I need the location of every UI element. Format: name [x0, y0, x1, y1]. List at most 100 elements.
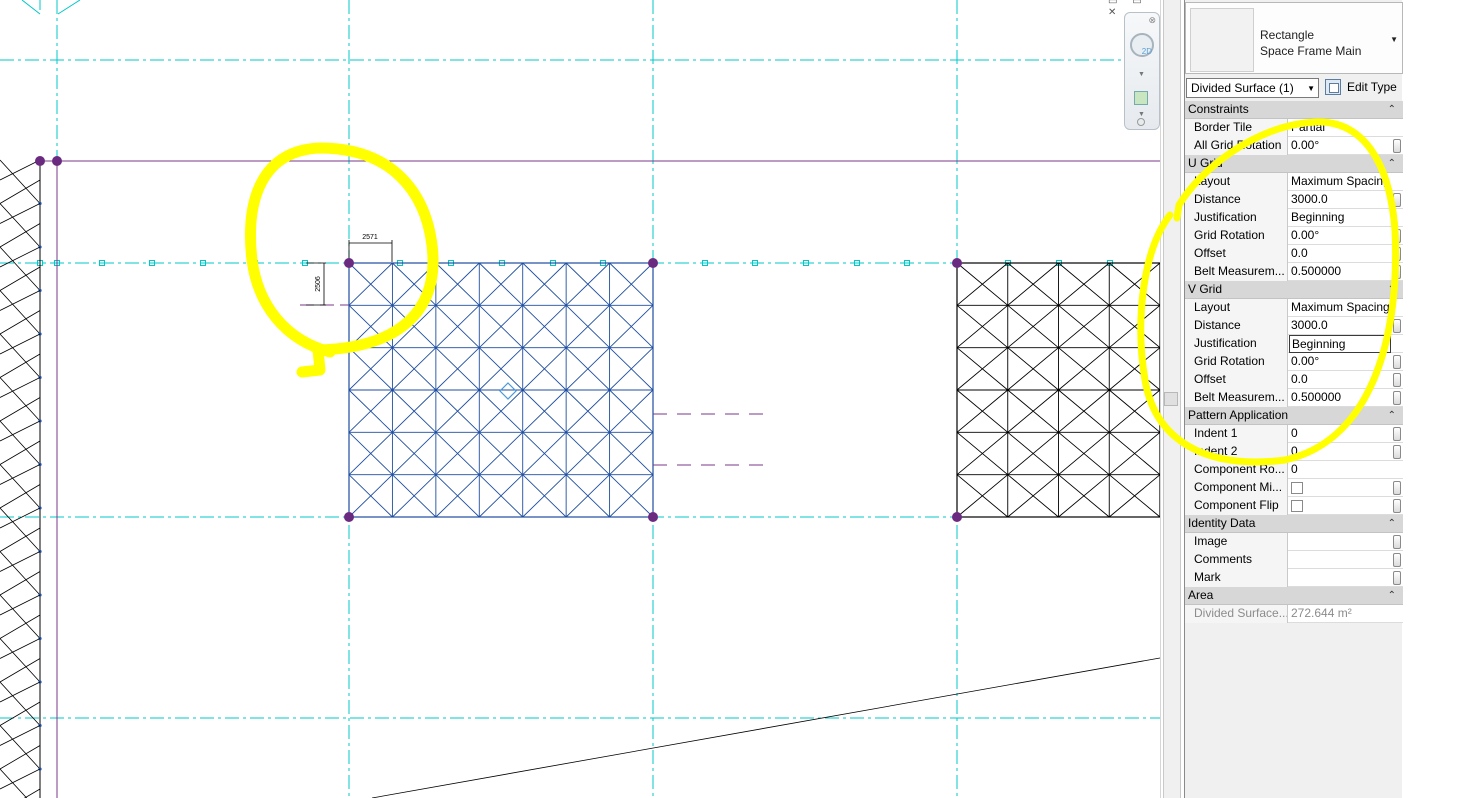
drawing-canvas[interactable]: 2571 2506 ▭ ▭ ✕ ⊗ 2D ▼ ▼: [0, 0, 1160, 798]
property-label: Component Ro...: [1185, 461, 1288, 479]
property-value[interactable]: 0: [1289, 461, 1391, 479]
associate-parameter-button[interactable]: [1393, 427, 1401, 441]
property-value[interactable]: Maximum Spacing: [1289, 173, 1391, 191]
property-value[interactable]: [1289, 569, 1391, 587]
property-value[interactable]: [1289, 479, 1391, 497]
property-row[interactable]: Comments: [1185, 551, 1403, 569]
collapse-icon[interactable]: ⌃: [1388, 587, 1396, 604]
property-row[interactable]: All Grid Rotation 0.00°: [1185, 137, 1403, 155]
options-icon[interactable]: [1137, 118, 1145, 126]
associate-parameter-button[interactable]: [1393, 265, 1401, 279]
property-row[interactable]: Grid Rotation 0.00°: [1185, 353, 1403, 371]
property-value[interactable]: 0.00°: [1289, 353, 1391, 371]
property-row[interactable]: Layout Maximum Spacing: [1185, 299, 1403, 317]
associate-parameter-button[interactable]: [1393, 139, 1401, 153]
chevron-down-icon[interactable]: ▼: [1390, 35, 1398, 44]
group-header-constraints[interactable]: Constraints ⌃: [1185, 101, 1403, 119]
type-selector[interactable]: Rectangle Space Frame Main ▼: [1185, 2, 1403, 74]
associate-parameter-button[interactable]: [1393, 499, 1401, 513]
chevron-down-icon[interactable]: ▼: [1307, 84, 1315, 93]
associate-parameter-button[interactable]: [1393, 355, 1401, 369]
property-value[interactable]: 0.00°: [1289, 227, 1391, 245]
instance-filter-dropdown[interactable]: Divided Surface (1) ▼: [1186, 78, 1319, 98]
zoom-icon[interactable]: [1134, 91, 1148, 105]
property-value[interactable]: Partial: [1289, 119, 1391, 137]
associate-parameter-button[interactable]: [1393, 373, 1401, 387]
associate-parameter-button[interactable]: [1393, 247, 1401, 261]
steering-wheel-icon[interactable]: 2D: [1130, 33, 1154, 57]
property-value[interactable]: 0.0: [1289, 245, 1391, 263]
property-row[interactable]: Divided Surface... 272.644 m²: [1185, 605, 1403, 623]
property-row[interactable]: Component Mi...: [1185, 479, 1403, 497]
property-row[interactable]: Distance 3000.0: [1185, 317, 1403, 335]
group-header-area[interactable]: Area ⌃: [1185, 587, 1403, 605]
property-row[interactable]: Offset 0.0: [1185, 245, 1403, 263]
property-row[interactable]: Grid Rotation 0.00°: [1185, 227, 1403, 245]
group-header-v-grid[interactable]: V Grid ⌃: [1185, 281, 1403, 299]
property-row[interactable]: Justification Beginning: [1185, 335, 1403, 353]
selected-divided-surface[interactable]: [348, 262, 654, 518]
group-header-identity-data[interactable]: Identity Data ⌃: [1185, 515, 1403, 533]
property-row[interactable]: Justification Beginning: [1185, 209, 1403, 227]
property-value[interactable]: 0.500000: [1289, 389, 1391, 407]
property-value[interactable]: Beginning: [1289, 335, 1391, 353]
property-value[interactable]: 0.500000: [1289, 263, 1391, 281]
splitter-handle[interactable]: [1164, 392, 1178, 406]
collapse-icon[interactable]: ⌃: [1388, 407, 1396, 424]
collapse-icon[interactable]: ⌃: [1388, 101, 1396, 118]
associate-parameter-button[interactable]: [1393, 553, 1401, 567]
property-value[interactable]: 0: [1289, 425, 1391, 443]
close-icon[interactable]: ⊗: [1148, 15, 1156, 26]
view-scrollbar[interactable]: [1160, 0, 1184, 798]
property-value[interactable]: [1289, 533, 1391, 551]
pattern-cross: [1007, 431, 1059, 476]
right-pattern-panel[interactable]: [956, 262, 1160, 518]
property-row[interactable]: Indent 10: [1185, 425, 1403, 443]
property-row[interactable]: Offset 0.0: [1185, 371, 1403, 389]
property-row[interactable]: Belt Measurem... 0.500000: [1185, 263, 1403, 281]
property-row[interactable]: Mark: [1185, 569, 1403, 587]
property-value[interactable]: 0: [1289, 443, 1391, 461]
property-row[interactable]: Border Tile Partial: [1185, 119, 1403, 137]
associate-parameter-button[interactable]: [1393, 445, 1401, 459]
checkbox[interactable]: [1291, 482, 1303, 494]
chevron-down-icon[interactable]: ▼: [1138, 71, 1145, 78]
associate-parameter-button[interactable]: [1393, 229, 1401, 243]
property-row[interactable]: Distance 3000.0: [1185, 191, 1403, 209]
property-label: Image: [1185, 533, 1288, 551]
window-controls[interactable]: ▭ ▭ ✕: [1108, 0, 1160, 18]
property-value[interactable]: Beginning: [1289, 209, 1391, 227]
collapse-icon[interactable]: ⌃: [1388, 155, 1396, 172]
property-row[interactable]: Component Flip: [1185, 497, 1403, 515]
chevron-down-icon[interactable]: ▼: [1138, 111, 1145, 118]
property-value[interactable]: 0.00°: [1289, 137, 1391, 155]
property-value[interactable]: 3000.0: [1289, 317, 1391, 335]
edit-type-button[interactable]: Edit Type: [1325, 78, 1397, 98]
property-value[interactable]: 0.0: [1289, 371, 1391, 389]
property-value[interactable]: [1289, 551, 1391, 569]
property-row[interactable]: Image: [1185, 533, 1403, 551]
navigation-bar[interactable]: ⊗ 2D ▼ ▼: [1124, 12, 1160, 130]
property-value[interactable]: 3000.0: [1289, 191, 1391, 209]
associate-parameter-button[interactable]: [1393, 193, 1401, 207]
property-row[interactable]: Belt Measurem... 0.500000: [1185, 389, 1403, 407]
associate-parameter-button[interactable]: [1393, 571, 1401, 585]
property-row[interactable]: Layout Maximum Spacing: [1185, 173, 1403, 191]
reference-grid-lines: [0, 0, 1160, 798]
property-value[interactable]: [1289, 497, 1391, 515]
associate-parameter-button[interactable]: [1393, 535, 1401, 549]
collapse-icon[interactable]: ⌃: [1388, 515, 1396, 532]
property-row[interactable]: Component Ro... 0: [1185, 461, 1403, 479]
property-value[interactable]: Maximum Spacing: [1289, 299, 1391, 317]
associate-parameter-button[interactable]: [1393, 319, 1401, 333]
group-header-pattern-application[interactable]: Pattern Application ⌃: [1185, 407, 1403, 425]
group-header-u-grid[interactable]: U Grid ⌃: [1185, 155, 1403, 173]
associate-parameter-button[interactable]: [1393, 391, 1401, 405]
checkbox[interactable]: [1291, 500, 1303, 512]
associate-parameter-button[interactable]: [1393, 481, 1401, 495]
left-pattern-panel[interactable]: [0, 159, 42, 798]
model-view[interactable]: 2571 2506: [0, 0, 1160, 798]
property-row[interactable]: Indent 20: [1185, 443, 1403, 461]
collapse-icon[interactable]: ⌃: [1388, 281, 1396, 298]
grip-points[interactable]: [35, 156, 962, 522]
